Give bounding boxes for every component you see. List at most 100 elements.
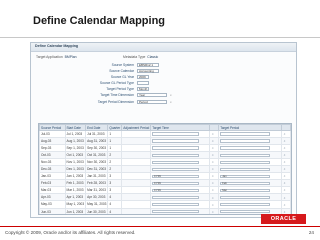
target-time-input[interactable] bbox=[152, 195, 199, 200]
target-time-input[interactable] bbox=[152, 160, 199, 165]
search-icon[interactable]: ⌕ bbox=[284, 132, 286, 136]
target-period-cell bbox=[218, 129, 282, 139]
title-divider bbox=[0, 37, 320, 38]
search-icon[interactable]: ⌕ bbox=[284, 139, 286, 143]
end-date-cell: Apr 30, 2003 bbox=[85, 193, 109, 202]
end-date-cell: Oct 31, 2003 bbox=[85, 151, 109, 160]
target-period-input[interactable]: Mar bbox=[220, 188, 271, 193]
target-time-search-cell: ⌕ bbox=[208, 144, 220, 153]
table-row[interactable]: Dec-03 Dec 1, 2003 Dec 31, 2003 2 ⌕ ⌕ bbox=[39, 165, 291, 174]
search-icon[interactable]: ⌕ bbox=[284, 160, 286, 164]
end-date-cell: May 31, 2003 bbox=[85, 200, 109, 209]
source-period-cell: Jan-03 bbox=[39, 172, 66, 181]
table-row[interactable]: Oct-03 Oct 1, 2003 Oct 31, 2003 2 ⌕ ⌕ bbox=[39, 151, 291, 160]
target-time-input[interactable] bbox=[152, 167, 199, 172]
adjustment-period-cell bbox=[121, 179, 152, 188]
target-period-input[interactable] bbox=[220, 132, 271, 136]
target-period-input[interactable] bbox=[220, 167, 271, 172]
target-period-input[interactable] bbox=[220, 139, 271, 144]
target-period-input[interactable]: Jan bbox=[220, 174, 271, 179]
target-period-input[interactable]: Feb bbox=[220, 181, 271, 186]
start-date-cell: May 1, 2003 bbox=[64, 200, 87, 209]
search-icon[interactable]: ⌕ bbox=[212, 181, 214, 185]
source-calendar-select[interactable]: Accounting bbox=[137, 69, 159, 73]
search-icon[interactable]: ⌕ bbox=[284, 167, 286, 171]
table-row[interactable]: Apr-03 Apr 1, 2003 Apr 30, 2003 4 ⌕ ⌕ bbox=[39, 193, 291, 202]
source-period-cell: Oct-03 bbox=[39, 151, 66, 160]
search-icon[interactable]: ⌕ bbox=[169, 93, 173, 97]
target-time-input[interactable] bbox=[152, 139, 199, 144]
target-time-input[interactable] bbox=[152, 202, 199, 207]
target-period-search-cell: ⌕ bbox=[280, 151, 291, 160]
source-gl-period-type-select[interactable] bbox=[137, 81, 149, 85]
search-icon[interactable]: ⌕ bbox=[284, 210, 286, 214]
table-row[interactable]: Nov-03 Nov 1, 2003 Nov 30, 2003 2 ⌕ ⌕ bbox=[39, 158, 291, 167]
table-row[interactable]: Sep-03 Sep 1, 2003 Sep 30, 2003 1 ⌕ ⌕ bbox=[39, 144, 291, 153]
search-icon[interactable]: ⌕ bbox=[284, 146, 286, 150]
source-gl-year-select[interactable]: 2009 bbox=[137, 75, 149, 79]
search-icon[interactable]: ⌕ bbox=[212, 167, 214, 171]
target-period-search-cell: ⌕ bbox=[280, 186, 291, 195]
source-system-label: Source System bbox=[111, 63, 134, 67]
target-period-input[interactable] bbox=[220, 146, 271, 151]
target-time-search-cell: ⌕ bbox=[208, 158, 220, 167]
table-row[interactable]: Mar-03 Mar 1, 2003 Mar 31, 2003 3 FY09 ⌕ Mar ⌕ bbox=[39, 186, 291, 195]
end-date-cell: Sep 30, 2003 bbox=[85, 144, 109, 153]
target-period-input[interactable] bbox=[220, 209, 271, 214]
search-icon[interactable]: ⌕ bbox=[212, 132, 214, 136]
table-row[interactable]: Jul-03 Jul 1, 2003 Jul 31, 2003 1 ⌕ ⌕ bbox=[39, 129, 291, 139]
target-period-search-cell: ⌕ bbox=[280, 158, 291, 167]
table-row[interactable]: Jan-03 Jan 1, 2003 Jan 31, 2003 3 FY09 ⌕ Jan ⌕ bbox=[39, 172, 291, 181]
search-icon[interactable]: ⌕ bbox=[212, 153, 214, 157]
search-icon[interactable]: ⌕ bbox=[212, 203, 214, 207]
end-date-cell: Jan 31, 2003 bbox=[85, 172, 109, 181]
search-icon[interactable]: ⌕ bbox=[212, 210, 214, 214]
target-time-input[interactable]: FY09 bbox=[152, 181, 199, 186]
search-icon[interactable]: ⌕ bbox=[284, 181, 286, 185]
target-time-search-cell: ⌕ bbox=[208, 151, 220, 160]
search-icon[interactable]: ⌕ bbox=[212, 139, 214, 143]
target-time-input[interactable] bbox=[152, 153, 199, 158]
target-period-type-select[interactable]: Month bbox=[137, 87, 149, 91]
target-period-type-label: Target Period Type bbox=[106, 87, 134, 91]
slide-title: Define Calendar Mapping bbox=[33, 15, 166, 27]
source-period-cell: Aug-03 bbox=[39, 137, 66, 146]
target-period-input[interactable] bbox=[220, 160, 271, 165]
table-row[interactable]: Jun-03 Jun 1, 2003 Jun 30, 2003 4 ⌕ ⌕ bbox=[39, 207, 291, 214]
adjustment-period-cell bbox=[121, 129, 152, 139]
search-icon[interactable]: ⌕ bbox=[284, 188, 286, 192]
target-time-input[interactable]: FY09 bbox=[152, 174, 199, 179]
target-period-input[interactable] bbox=[220, 202, 271, 207]
search-icon[interactable]: ⌕ bbox=[284, 153, 286, 157]
target-time-cell bbox=[150, 193, 210, 202]
table-row[interactable]: Feb-03 Feb 1, 2003 Feb 28, 2003 3 FY09 ⌕ Feb ⌕ bbox=[39, 179, 291, 188]
target-time-input[interactable] bbox=[152, 146, 199, 151]
table-row[interactable]: Aug-03 Aug 1, 2003 Aug 31, 2003 1 ⌕ ⌕ bbox=[39, 137, 291, 146]
search-icon[interactable]: ⌕ bbox=[212, 160, 214, 164]
search-icon[interactable]: ⌕ bbox=[284, 203, 286, 207]
search-icon[interactable]: ⌕ bbox=[212, 188, 214, 192]
target-time-input[interactable] bbox=[152, 132, 199, 136]
target-period-input[interactable] bbox=[220, 195, 271, 200]
search-icon[interactable]: ⌕ bbox=[212, 196, 214, 200]
target-period-search-cell: ⌕ bbox=[280, 179, 291, 188]
page-number: 24 bbox=[308, 230, 314, 235]
search-icon[interactable]: ⌕ bbox=[284, 174, 286, 178]
target-period-cell: Feb bbox=[218, 179, 282, 188]
target-time-cell bbox=[150, 129, 210, 139]
target-time-input[interactable] bbox=[152, 209, 199, 214]
target-application-info: Target Application BMPlan bbox=[36, 55, 77, 59]
source-period-cell: Jul-03 bbox=[39, 129, 66, 139]
search-icon[interactable]: ⌕ bbox=[169, 100, 173, 104]
target-period-dimension-input[interactable]: Period bbox=[137, 100, 167, 104]
target-time-input[interactable]: FY09 bbox=[152, 188, 199, 193]
search-icon[interactable]: ⌕ bbox=[212, 146, 214, 150]
target-time-dimension-input[interactable]: Year bbox=[137, 93, 167, 97]
source-system-select[interactable]: EBSR12.1 bbox=[137, 63, 159, 67]
target-period-input[interactable] bbox=[220, 153, 271, 158]
end-date-cell: Jul 31, 2003 bbox=[85, 129, 109, 139]
adjustment-period-cell bbox=[121, 200, 152, 209]
table-row[interactable]: May-03 May 1, 2003 May 31, 2003 4 ⌕ ⌕ bbox=[39, 200, 291, 209]
search-icon[interactable]: ⌕ bbox=[212, 174, 214, 178]
search-icon[interactable]: ⌕ bbox=[284, 196, 286, 200]
